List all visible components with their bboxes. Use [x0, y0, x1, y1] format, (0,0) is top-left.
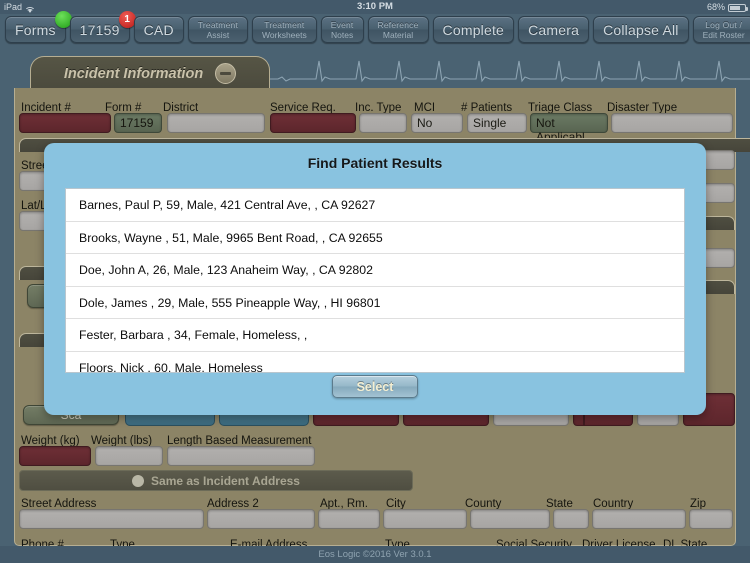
field-inc-type[interactable]: [359, 113, 407, 133]
toolbar-button-treatment-assist[interactable]: Treatment Assist: [187, 16, 249, 43]
toolbar-button-label: Forms: [15, 21, 56, 38]
list-item[interactable]: Barnes, Paul P, 59, Male, 421 Central Av…: [66, 189, 684, 222]
toolbar-button-complete[interactable]: Complete: [432, 16, 515, 43]
toolbar-button-cad[interactable]: CAD: [133, 16, 184, 43]
dialog-actions: Select: [44, 375, 706, 398]
ecg-waveform-icon: [260, 60, 750, 83]
field-incident-number[interactable]: [19, 113, 111, 133]
find-patient-results-dialog: Find Patient Results Barnes, Paul P, 59,…: [44, 143, 706, 415]
list-item[interactable]: Doe, John A, 26, Male, 123 Anaheim Way, …: [66, 254, 684, 287]
toolbar-button-event-notes[interactable]: Event Notes: [320, 16, 364, 43]
list-item[interactable]: Brooks, Wayne , 51, Male, 9965 Bent Road…: [66, 222, 684, 255]
toolbar-button-collapse-all[interactable]: Collapse All: [593, 16, 689, 43]
battery-icon: [728, 4, 748, 12]
field-triage-class[interactable]: Not Applicabl: [530, 113, 608, 144]
toolbar-button-label: Treatment: [197, 19, 239, 30]
field-weight-lbs[interactable]: [95, 446, 163, 466]
toolbar-button-log-out-edit-roster[interactable]: Log Out / Edit Roster: [692, 16, 750, 43]
incident-information-tab-header[interactable]: Incident Information: [30, 56, 270, 90]
toolbar-button-label: CAD: [143, 21, 174, 38]
status-bar-right: 68%: [706, 0, 748, 14]
field-length-based[interactable]: [167, 446, 315, 466]
field-form-number[interactable]: 17159: [114, 113, 162, 133]
field-zip[interactable]: [689, 509, 733, 529]
field-num-patients[interactable]: Single: [467, 113, 527, 133]
toolbar-button-label-line2: Notes: [331, 29, 354, 40]
toolbar-button-label: Log Out /: [705, 19, 743, 30]
toolbar-button-label: Event: [330, 19, 354, 30]
toolbar-button-incident-number[interactable]: 17159 1: [69, 11, 136, 43]
select-button[interactable]: Select: [332, 375, 418, 398]
field-street-address[interactable]: [19, 509, 204, 529]
toolbar-button-forms[interactable]: Forms: [5, 11, 72, 43]
ipad-app-window: iPad 3:10 PM 68% Forms 17159 1 CAD Treat…: [0, 0, 750, 563]
field-apt-rm[interactable]: [318, 509, 380, 529]
toolbar-button-label: Complete: [442, 21, 505, 38]
toolbar-button-label: Collapse All: [603, 21, 679, 38]
page-title: Incident Information: [63, 65, 204, 82]
status-bar-clock: 3:10 PM: [357, 1, 393, 12]
toolbar-button-label: 17159: [79, 21, 120, 38]
dialog-title: Find Patient Results: [307, 155, 443, 171]
field-disaster-type[interactable]: [611, 113, 733, 133]
toolbar-button-camera[interactable]: Camera: [518, 16, 590, 43]
toolbar-button-treatment-worksheets[interactable]: Treatment Worksheets: [252, 16, 317, 43]
field-state[interactable]: [553, 509, 589, 529]
field-city[interactable]: [383, 509, 467, 529]
battery-percent-label: 68%: [706, 2, 725, 12]
toolbar-button-label: Treatment: [264, 19, 305, 30]
toolbar-button-label: Camera: [528, 21, 580, 38]
main-toolbar: Forms 17159 1 CAD Treatment Assist Treat…: [0, 11, 750, 45]
toolbar-button-label-line2: Worksheets: [262, 29, 307, 40]
field-mci[interactable]: No: [411, 113, 463, 133]
radio-icon: [132, 474, 145, 487]
field-weight-kg[interactable]: [19, 446, 91, 466]
same-address-label: Same as Incident Address: [151, 473, 300, 488]
list-item[interactable]: Floors, Nick , 60, Male, Homeless: [66, 352, 684, 372]
toolbar-button-reference-material[interactable]: Reference Material: [367, 16, 429, 43]
patient-results-list[interactable]: Barnes, Paul P, 59, Male, 421 Central Av…: [65, 188, 685, 373]
toolbar-button-label-line2: Assist: [206, 29, 230, 40]
toolbar-button-label: Reference: [377, 19, 419, 30]
field-county[interactable]: [470, 509, 550, 529]
list-item[interactable]: Dole, James , 29, Male, 555 Pineapple Wa…: [66, 287, 684, 320]
field-district[interactable]: [167, 113, 265, 133]
toolbar-button-label-line2: Material: [382, 29, 414, 40]
list-item[interactable]: Fester, Barbara , 34, Female, Homeless, …: [66, 319, 684, 352]
field-address-2[interactable]: [207, 509, 315, 529]
field-country[interactable]: [592, 509, 686, 529]
minus-icon[interactable]: [215, 63, 237, 84]
ios-status-bar: iPad 3:10 PM 68%: [0, 0, 750, 14]
toolbar-button-label-line2: Edit Roster: [702, 29, 745, 40]
same-as-incident-address-toggle[interactable]: Same as Incident Address: [19, 470, 413, 491]
field-service-req[interactable]: [270, 113, 356, 133]
app-footer: Eos Logic ©2016 Ver 3.0.1: [0, 546, 750, 563]
